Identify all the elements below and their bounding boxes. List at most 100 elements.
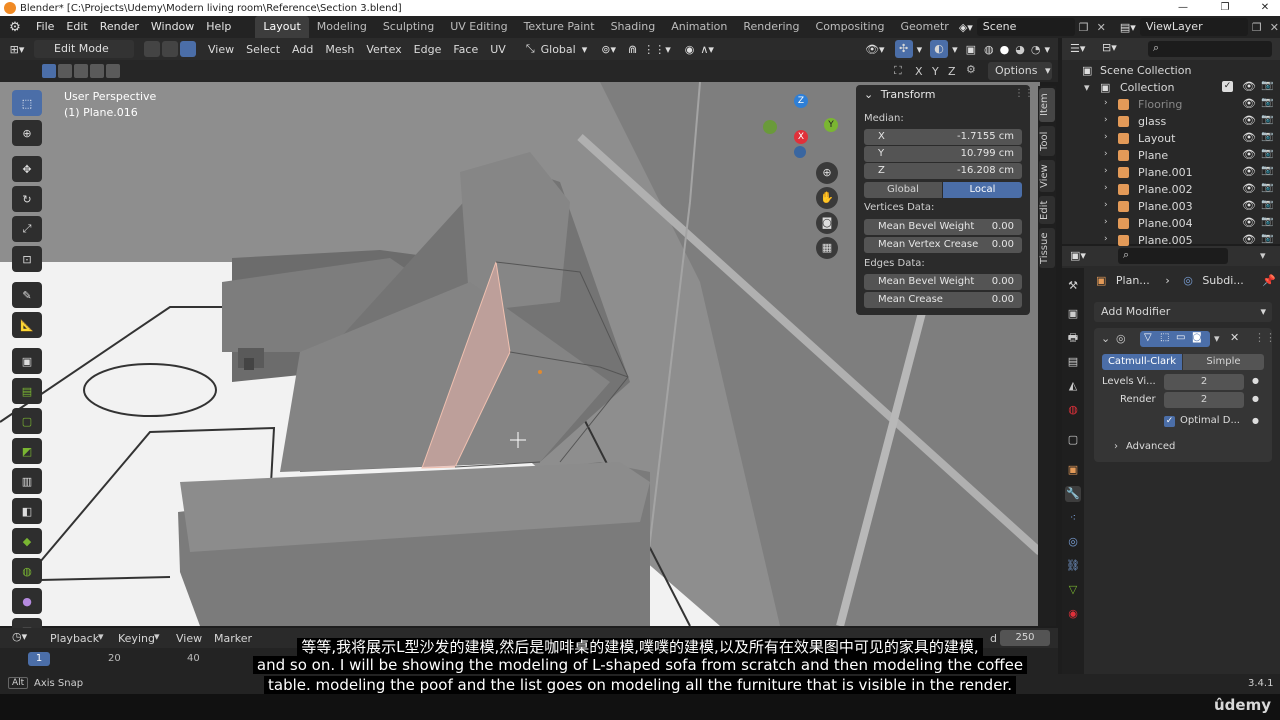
outliner-item[interactable]: › Plane.003 👁 📷 [1062, 198, 1280, 215]
blender-menu-icon[interactable]: ⚙ [0, 20, 30, 35]
mean-vertex-crease-field[interactable]: Mean Vertex Crease 0.00 [864, 237, 1022, 253]
data-tab-icon[interactable]: ▽ [1065, 582, 1081, 598]
visibility-icon[interactable]: 👁 [1242, 165, 1256, 178]
menu-edge[interactable]: Edge [408, 43, 448, 56]
physics-tab-icon[interactable]: ◎ [1065, 534, 1081, 550]
collection-visibility-icon[interactable]: 👁 [1242, 80, 1256, 93]
catmull-clark-button[interactable]: Catmull-Clark [1102, 354, 1182, 370]
render-tab-icon[interactable]: ▣ [1065, 306, 1081, 322]
outliner-expand-icon[interactable]: › [1104, 234, 1108, 244]
tab-item[interactable]: Item [1039, 88, 1055, 122]
levels-viewport-field[interactable]: 2 [1164, 374, 1244, 390]
select-intersect-icon[interactable] [106, 64, 120, 78]
modifier-remove-icon[interactable]: ✕ [1230, 331, 1239, 344]
pivot-point-icon[interactable]: ⊚▾ [601, 43, 616, 56]
edge-bevel-weight-field[interactable]: Mean Bevel Weight 0.00 [864, 274, 1022, 290]
outliner-expand-icon[interactable]: › [1104, 166, 1108, 176]
menu-file[interactable]: File [30, 16, 60, 38]
smooth-tool-icon[interactable]: ● [12, 588, 42, 614]
xray-toggle-icon[interactable]: ▣ [966, 43, 976, 56]
outliner-expand-icon[interactable]: › [1104, 217, 1108, 227]
select-invert-icon[interactable] [90, 64, 104, 78]
menu-mesh[interactable]: Mesh [319, 43, 360, 56]
menu-window[interactable]: Window [145, 16, 200, 38]
editor-type-icon[interactable]: ⊞▾ [0, 43, 34, 56]
simple-button[interactable]: Simple [1183, 354, 1264, 370]
viewlayer-browse-icon[interactable]: ▤▾ [1120, 21, 1136, 34]
advanced-label[interactable]: Advanced [1126, 441, 1175, 452]
viewlayer-remove-icon[interactable]: ✕ [1270, 21, 1279, 34]
mirror-axis-y[interactable]: Y [932, 65, 939, 78]
tab-compositing[interactable]: Compositing [808, 16, 893, 38]
annotate-tool-icon[interactable]: ✎ [12, 282, 42, 308]
edge-select-icon[interactable] [162, 41, 178, 57]
tab-texture-paint[interactable]: Texture Paint [516, 16, 603, 38]
render-visibility-icon[interactable]: 📷 [1261, 131, 1273, 142]
optimal-keyframe-icon[interactable]: ● [1252, 416, 1259, 425]
knife-tool-icon[interactable]: ◧ [12, 498, 42, 524]
options-button[interactable]: Options ▾ [988, 62, 1052, 80]
median-y-field[interactable]: Y 10.799 cm [864, 146, 1022, 162]
overlays-toggle-icon[interactable]: ◐ [930, 40, 949, 58]
outliner-item[interactable]: › glass 👁 📷 [1062, 113, 1280, 130]
zoom-icon[interactable]: ⊕ [816, 162, 838, 184]
menu-select[interactable]: Select [240, 43, 286, 56]
snap-icon[interactable]: ⋒ [628, 43, 637, 56]
maximize-button[interactable]: ❐ [1212, 0, 1238, 16]
gizmo-dropdown-icon[interactable]: ▾ [917, 43, 923, 56]
visibility-icon[interactable]: 👁 [1242, 182, 1256, 195]
close-button[interactable]: ✕ [1252, 0, 1278, 16]
gizmo-toggle-icon[interactable]: ✣ [894, 40, 913, 58]
scene-browse-icon[interactable]: ◈▾ [959, 21, 973, 34]
spin-tool-icon[interactable]: ◍ [12, 558, 42, 584]
tab-geometry-nodes[interactable]: Geometr [892, 16, 956, 38]
menu-render[interactable]: Render [94, 16, 145, 38]
edit-cage-icon[interactable]: ▽ [1144, 332, 1152, 343]
extrude-tool-icon[interactable]: ▤ [12, 378, 42, 404]
tab-modeling[interactable]: Modeling [309, 16, 375, 38]
render-visibility-icon[interactable]: 📷 [1261, 114, 1273, 125]
outliner-expand-icon[interactable]: › [1104, 200, 1108, 210]
loop-cut-tool-icon[interactable]: ▥ [12, 468, 42, 494]
viewlayer-new-icon[interactable]: ❐ [1252, 21, 1262, 34]
measure-tool-icon[interactable]: 📐 [12, 312, 42, 338]
visibility-icon[interactable]: 👁 [1242, 148, 1256, 161]
outliner-item[interactable]: › Layout 👁 📷 [1062, 130, 1280, 147]
local-toggle-button[interactable]: Local [943, 182, 1022, 198]
move-tool-icon[interactable]: ✥ [12, 156, 42, 182]
mean-bevel-weight-field[interactable]: Mean Bevel Weight 0.00 [864, 219, 1022, 235]
particles-tab-icon[interactable]: ⁖ [1065, 510, 1081, 526]
outliner-item[interactable]: › Plane.004 👁 📷 [1062, 215, 1280, 232]
optimal-display-checkbox[interactable]: ✓ [1164, 416, 1175, 427]
outliner-scene-collection[interactable]: ▣ Scene Collection [1062, 62, 1280, 79]
overlays-dropdown-icon[interactable]: ▾ [952, 43, 958, 56]
outliner-expand-icon[interactable]: › [1104, 115, 1108, 125]
panel-drag-handle-icon[interactable]: ⋮⋮ [1014, 88, 1034, 99]
poly-build-tool-icon[interactable]: ◆ [12, 528, 42, 554]
navigation-gizmo[interactable]: Z Y X [760, 90, 840, 170]
collection-expand-icon[interactable]: ▾ [1084, 81, 1090, 94]
proportional-falloff-icon[interactable]: ∧▾ [700, 43, 714, 56]
mirror-axis-x[interactable]: X [915, 65, 923, 78]
gizmo-z-axis[interactable]: Z [794, 94, 808, 108]
shading-dropdown-icon[interactable]: ▾ [1044, 43, 1050, 56]
tab-animation[interactable]: Animation [663, 16, 735, 38]
menu-edit[interactable]: Edit [60, 16, 93, 38]
outliner-collection[interactable]: ▾ ▣ Collection ✓ 👁 📷 [1062, 79, 1280, 96]
scene-selector[interactable]: Scene [976, 18, 1075, 36]
global-toggle-button[interactable]: Global [864, 182, 942, 198]
perspective-toggle-icon[interactable]: ▦ [816, 237, 838, 259]
tab-shading[interactable]: Shading [603, 16, 664, 38]
modifier-collapse-icon[interactable]: ⌄ [1101, 332, 1110, 345]
tab-sculpting[interactable]: Sculpting [375, 16, 442, 38]
mesh-options-icon[interactable]: ⚙ [966, 63, 976, 76]
tab-uv-editing[interactable]: UV Editing [442, 16, 515, 38]
view-layer-tab-icon[interactable]: ▤ [1065, 354, 1081, 370]
tab-edit[interactable]: Edit [1039, 196, 1055, 224]
visibility-icon[interactable]: 👁 [1242, 216, 1256, 229]
vertex-select-icon[interactable] [144, 41, 160, 57]
transform-tool-icon[interactable]: ⊡ [12, 246, 42, 272]
median-z-field[interactable]: Z -16.208 cm [864, 163, 1022, 179]
menu-help[interactable]: Help [200, 16, 237, 38]
outliner-item[interactable]: › Plane 👁 📷 [1062, 147, 1280, 164]
